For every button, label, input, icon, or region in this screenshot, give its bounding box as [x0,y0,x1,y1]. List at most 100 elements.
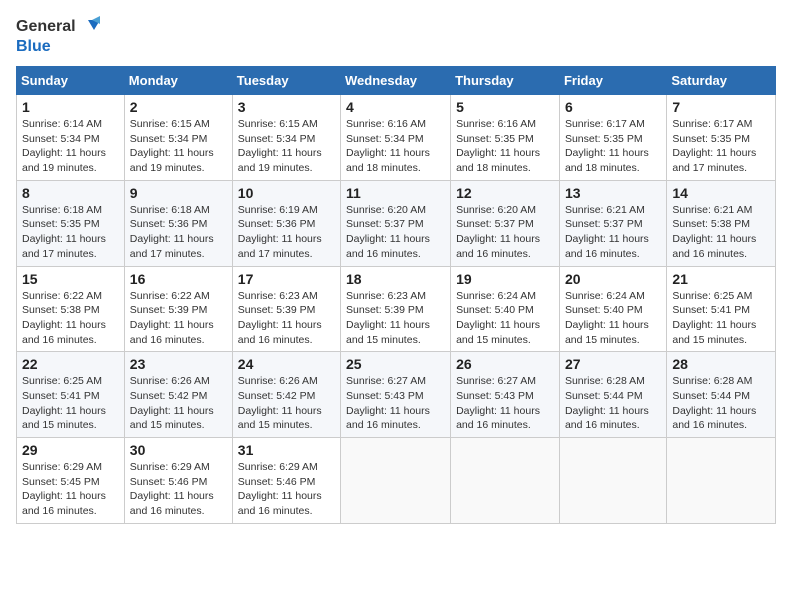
day-number: 10 [238,185,335,201]
calendar-day-cell [451,438,560,524]
day-info: Sunrise: 6:23 AM Sunset: 5:39 PM Dayligh… [238,289,335,348]
calendar-day-cell: 25 Sunrise: 6:27 AM Sunset: 5:43 PM Dayli… [341,352,451,438]
calendar-day-cell: 27 Sunrise: 6:28 AM Sunset: 5:44 PM Dayli… [559,352,666,438]
calendar-day-cell: 20Sunrise: 6:24 AM Sunset: 5:40 PM Dayli… [559,266,666,352]
page-header: General Blue [16,16,776,56]
calendar-day-cell: 6Sunrise: 6:17 AM Sunset: 5:35 PM Daylig… [559,95,666,181]
day-number: 25 [346,356,445,372]
calendar-week-row: 22Sunrise: 6:25 AM Sunset: 5:41 PM Dayli… [17,352,776,438]
day-info: Sunrise: 6:25 AM Sunset: 5:41 PM Dayligh… [672,289,770,348]
day-info: Sunrise: 6:27 AM Sunset: 5:43 PM Dayligh… [346,374,445,433]
day-info: Sunrise: 6:14 AM Sunset: 5:34 PM Dayligh… [22,117,119,176]
day-info: Sunrise: 6:17 AM Sunset: 5:35 PM Dayligh… [672,117,770,176]
day-number: 13 [565,185,661,201]
day-info: Sunrise: 6:15 AM Sunset: 5:34 PM Dayligh… [130,117,227,176]
day-number: 1 [22,99,119,115]
day-number: 14 [672,185,770,201]
calendar-day-cell: 26 Sunrise: 6:27 AM Sunset: 5:43 PM Dayli… [451,352,560,438]
calendar-day-cell: 31 Sunrise: 6:29 AM Sunset: 5:46 PM Dayli… [232,438,340,524]
day-number: 2 [130,99,227,115]
day-number: 26 [456,356,554,372]
calendar-day-cell: 24 Sunrise: 6:26 AM Sunset: 5:42 PM Dayli… [232,352,340,438]
day-info: Sunrise: 6:20 AM Sunset: 5:37 PM Dayligh… [456,203,554,262]
day-number: 17 [238,271,335,287]
calendar-body: 1 Sunrise: 6:14 AM Sunset: 5:34 PM Daylig… [17,95,776,524]
day-info: Sunrise: 6:21 AM Sunset: 5:38 PM Dayligh… [672,203,770,262]
calendar-day-cell [559,438,666,524]
calendar-day-cell: 28 Sunrise: 6:28 AM Sunset: 5:44 PM Dayli… [667,352,776,438]
day-info: Sunrise: 6:28 AM Sunset: 5:44 PM Dayligh… [565,374,661,433]
calendar-week-row: 29Sunrise: 6:29 AM Sunset: 5:45 PM Dayli… [17,438,776,524]
day-info: Sunrise: 6:28 AM Sunset: 5:44 PM Dayligh… [672,374,770,433]
day-info: Sunrise: 6:19 AM Sunset: 5:36 PM Dayligh… [238,203,335,262]
day-info: Sunrise: 6:18 AM Sunset: 5:35 PM Dayligh… [22,203,119,262]
day-info: Sunrise: 6:29 AM Sunset: 5:46 PM Dayligh… [238,460,335,519]
day-number: 12 [456,185,554,201]
calendar-header-cell: Tuesday [232,67,340,95]
calendar-day-cell: 18Sunrise: 6:23 AM Sunset: 5:39 PM Dayli… [341,266,451,352]
day-info: Sunrise: 6:26 AM Sunset: 5:42 PM Dayligh… [238,374,335,433]
calendar-day-cell: 1 Sunrise: 6:14 AM Sunset: 5:34 PM Daylig… [17,95,125,181]
calendar-day-cell: 30Sunrise: 6:29 AM Sunset: 5:46 PM Dayli… [124,438,232,524]
calendar-day-cell [667,438,776,524]
day-number: 15 [22,271,119,287]
calendar-day-cell: 16Sunrise: 6:22 AM Sunset: 5:39 PM Dayli… [124,266,232,352]
logo-bird-icon [78,16,100,38]
calendar-header-cell: Saturday [667,67,776,95]
day-number: 27 [565,356,661,372]
calendar-day-cell: 23 Sunrise: 6:26 AM Sunset: 5:42 PM Dayli… [124,352,232,438]
day-info: Sunrise: 6:23 AM Sunset: 5:39 PM Dayligh… [346,289,445,348]
calendar-header-cell: Wednesday [341,67,451,95]
calendar-day-cell: 3 Sunrise: 6:15 AM Sunset: 5:34 PM Daylig… [232,95,340,181]
calendar-day-cell: 17 Sunrise: 6:23 AM Sunset: 5:39 PM Dayli… [232,266,340,352]
calendar-header-cell: Monday [124,67,232,95]
day-info: Sunrise: 6:29 AM Sunset: 5:46 PM Dayligh… [130,460,227,519]
day-info: Sunrise: 6:29 AM Sunset: 5:45 PM Dayligh… [22,460,119,519]
day-info: Sunrise: 6:25 AM Sunset: 5:41 PM Dayligh… [22,374,119,433]
day-info: Sunrise: 6:22 AM Sunset: 5:38 PM Dayligh… [22,289,119,348]
day-info: Sunrise: 6:24 AM Sunset: 5:40 PM Dayligh… [456,289,554,348]
calendar-day-cell: 14 Sunrise: 6:21 AM Sunset: 5:38 PM Dayli… [667,180,776,266]
calendar-day-cell: 21 Sunrise: 6:25 AM Sunset: 5:41 PM Dayli… [667,266,776,352]
day-info: Sunrise: 6:26 AM Sunset: 5:42 PM Dayligh… [130,374,227,433]
day-number: 31 [238,442,335,458]
day-info: Sunrise: 6:27 AM Sunset: 5:43 PM Dayligh… [456,374,554,433]
calendar-header-cell: Sunday [17,67,125,95]
day-number: 28 [672,356,770,372]
calendar-day-cell: 9 Sunrise: 6:18 AM Sunset: 5:36 PM Daylig… [124,180,232,266]
logo-general-text: General [16,18,76,36]
calendar-day-cell: 19Sunrise: 6:24 AM Sunset: 5:40 PM Dayli… [451,266,560,352]
day-number: 4 [346,99,445,115]
calendar-day-cell: 29Sunrise: 6:29 AM Sunset: 5:45 PM Dayli… [17,438,125,524]
calendar-header-cell: Thursday [451,67,560,95]
day-info: Sunrise: 6:20 AM Sunset: 5:37 PM Dayligh… [346,203,445,262]
day-number: 3 [238,99,335,115]
calendar-week-row: 15 Sunrise: 6:22 AM Sunset: 5:38 PM Dayli… [17,266,776,352]
logo: General Blue [16,16,100,56]
day-number: 8 [22,185,119,201]
day-number: 5 [456,99,554,115]
calendar-day-cell [341,438,451,524]
day-info: Sunrise: 6:16 AM Sunset: 5:35 PM Dayligh… [456,117,554,176]
day-number: 23 [130,356,227,372]
calendar-header-cell: Friday [559,67,666,95]
calendar-day-cell: 5 Sunrise: 6:16 AM Sunset: 5:35 PM Daylig… [451,95,560,181]
day-number: 21 [672,271,770,287]
calendar-week-row: 8 Sunrise: 6:18 AM Sunset: 5:35 PM Daylig… [17,180,776,266]
calendar-day-cell: 15 Sunrise: 6:22 AM Sunset: 5:38 PM Dayli… [17,266,125,352]
calendar-week-row: 1 Sunrise: 6:14 AM Sunset: 5:34 PM Daylig… [17,95,776,181]
calendar-day-cell: 4 Sunrise: 6:16 AM Sunset: 5:34 PM Daylig… [341,95,451,181]
calendar-day-cell: 11 Sunrise: 6:20 AM Sunset: 5:37 PM Dayli… [341,180,451,266]
logo-blue-text: Blue [16,38,51,56]
day-number: 24 [238,356,335,372]
day-number: 11 [346,185,445,201]
day-info: Sunrise: 6:17 AM Sunset: 5:35 PM Dayligh… [565,117,661,176]
day-info: Sunrise: 6:18 AM Sunset: 5:36 PM Dayligh… [130,203,227,262]
day-info: Sunrise: 6:21 AM Sunset: 5:37 PM Dayligh… [565,203,661,262]
calendar-day-cell: 2 Sunrise: 6:15 AM Sunset: 5:34 PM Daylig… [124,95,232,181]
day-info: Sunrise: 6:15 AM Sunset: 5:34 PM Dayligh… [238,117,335,176]
calendar-day-cell: 8 Sunrise: 6:18 AM Sunset: 5:35 PM Daylig… [17,180,125,266]
day-info: Sunrise: 6:16 AM Sunset: 5:34 PM Dayligh… [346,117,445,176]
day-number: 9 [130,185,227,201]
calendar-table: SundayMondayTuesdayWednesdayThursdayFrid… [16,66,776,524]
